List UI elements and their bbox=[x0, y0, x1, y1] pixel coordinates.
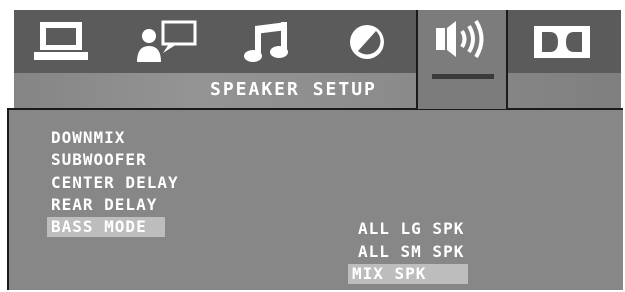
monitor-icon bbox=[34, 21, 88, 60]
menu-item-downmix[interactable]: DOWNMIX bbox=[51, 128, 125, 148]
tab-speaker[interactable] bbox=[416, 10, 508, 109]
tab-language[interactable] bbox=[126, 10, 206, 73]
contrast-circle-icon bbox=[350, 24, 384, 59]
dolby-digital-icon bbox=[534, 25, 590, 58]
tab-bar bbox=[14, 10, 621, 109]
page-title: SPEAKER SETUP bbox=[210, 79, 377, 100]
menu-item-center-delay[interactable]: CENTER DELAY bbox=[51, 173, 179, 193]
user-speech-icon bbox=[137, 20, 197, 62]
tab-audio[interactable] bbox=[232, 10, 302, 73]
option-mix-spk[interactable]: MIX SPK bbox=[348, 264, 469, 284]
active-tab-indicator bbox=[432, 74, 494, 79]
option-all-sm-spk[interactable]: ALL SM SPK bbox=[358, 242, 464, 262]
osd-screen: SPEAKER SETUP DOWNMIX SUBWOOFER CENTER D… bbox=[0, 0, 625, 292]
option-all-lg-spk[interactable]: ALL LG SPK bbox=[358, 219, 464, 239]
tab-dolby[interactable] bbox=[522, 10, 602, 73]
tab-video[interactable] bbox=[332, 10, 402, 73]
menu-item-subwoofer[interactable]: SUBWOOFER bbox=[51, 150, 147, 170]
speaker-icon bbox=[436, 19, 484, 59]
menu-item-bass-mode[interactable]: BASS MODE bbox=[47, 217, 165, 237]
tab-general[interactable] bbox=[22, 10, 102, 73]
music-note-icon bbox=[244, 21, 288, 62]
menu-item-rear-delay[interactable]: REAR DELAY bbox=[51, 195, 157, 215]
